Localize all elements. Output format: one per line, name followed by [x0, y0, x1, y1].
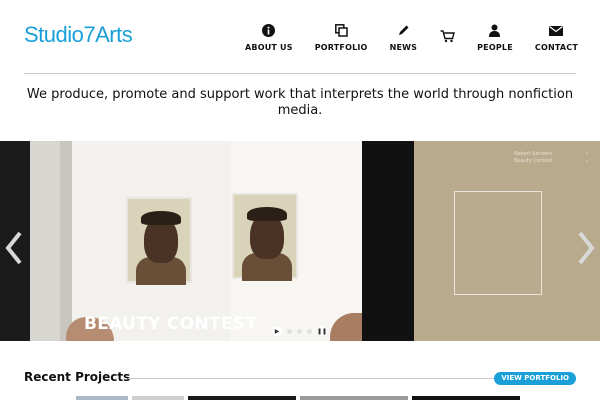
portfolio-icon	[333, 22, 349, 38]
slider-dot[interactable]	[287, 328, 292, 334]
slider-pagination: ▶ ❚❚	[272, 326, 332, 336]
nav-label: PEOPLE	[477, 43, 513, 52]
recent-projects-heading: Recent Projects	[24, 370, 131, 384]
slide-image-book	[30, 141, 392, 341]
header-divider	[24, 73, 576, 74]
recent-thumbnails	[0, 396, 600, 400]
nav-contact[interactable]: CONTACT	[535, 22, 578, 52]
hero-slider[interactable]: Robert Sanders Beauty Contest BEAUTY CON…	[0, 141, 600, 341]
slider-dot[interactable]	[297, 328, 302, 334]
envelope-icon	[548, 22, 564, 38]
slide-title: BEAUTY CONTEST	[84, 314, 258, 334]
nav-label: CONTACT	[534, 43, 578, 52]
portrait-photo	[126, 197, 192, 285]
project-thumbnail[interactable]	[76, 396, 128, 400]
nav-about-us[interactable]: ABOUT US	[245, 22, 293, 52]
project-thumbnail[interactable]	[188, 396, 296, 400]
nav-label: ABOUT US	[245, 43, 293, 52]
nav-portfolio[interactable]: PORTFOLIO	[315, 22, 368, 52]
person-icon	[487, 22, 503, 38]
view-portfolio-button[interactable]: VIEW PORTFOLIO	[494, 372, 576, 385]
cover-text: Robert Sanders Beauty Contest	[514, 151, 553, 165]
pencil-icon	[395, 22, 411, 38]
logo[interactable]: Studio7Arts	[24, 22, 133, 48]
main-nav: ABOUT US PORTFOLIO NEWS PEOPLE CONTACT	[245, 22, 578, 52]
portrait-photo	[232, 193, 298, 281]
cart-icon	[439, 28, 455, 44]
project-thumbnail[interactable]	[412, 396, 520, 400]
slider-dot[interactable]	[307, 328, 312, 334]
slide-image-cover: Robert Sanders Beauty Contest	[414, 141, 600, 341]
cover-title: Beauty Contest	[514, 158, 553, 164]
pause-icon[interactable]: ❚❚	[317, 326, 327, 336]
nav-cart[interactable]	[439, 28, 455, 44]
project-thumbnail[interactable]	[300, 396, 408, 400]
book-left-page	[72, 141, 232, 341]
recent-divider	[128, 378, 500, 379]
slider-prev-arrow-icon[interactable]	[4, 231, 24, 265]
moon-icon	[584, 147, 594, 162]
nav-people[interactable]: PEOPLE	[477, 22, 513, 52]
slide-divider	[362, 141, 414, 341]
info-icon	[261, 22, 277, 38]
project-thumbnail[interactable]	[132, 396, 184, 400]
slider-next-arrow-icon[interactable]	[576, 231, 596, 265]
nav-news[interactable]: NEWS	[390, 22, 418, 52]
play-icon[interactable]: ▶	[272, 326, 282, 336]
nav-label: PORTFOLIO	[314, 43, 368, 52]
cover-frame	[454, 191, 542, 295]
nav-label: NEWS	[389, 43, 418, 52]
cover-author: Robert Sanders	[514, 151, 553, 157]
tagline: We produce, promote and support work tha…	[26, 87, 574, 118]
